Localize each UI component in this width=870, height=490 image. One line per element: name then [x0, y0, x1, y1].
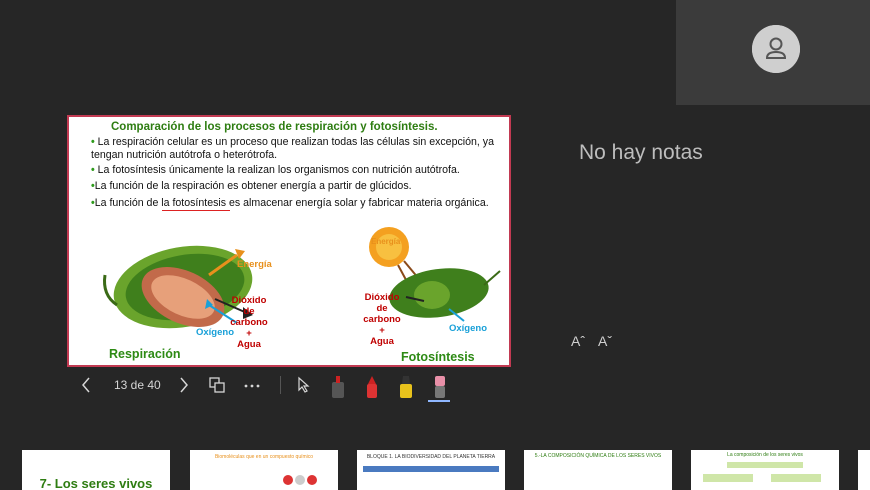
highlighter-tool-button[interactable] — [396, 374, 416, 405]
laser-pointer-button[interactable] — [328, 374, 348, 405]
slide-thumbnail[interactable] — [858, 450, 870, 490]
slide-bullet-text: La respiración celular es un proceso que… — [91, 136, 494, 161]
more-dots-icon — [244, 384, 260, 388]
slides-grid-icon — [209, 377, 225, 393]
decrease-font-button[interactable]: Aˇ — [598, 333, 612, 349]
input-line: Agua — [370, 336, 394, 347]
table-header-bar — [363, 466, 499, 472]
slide-bullet-text: La función de la fotosíntesis es almacen… — [94, 197, 489, 209]
eraser-icon — [435, 376, 445, 398]
user-avatar-icon — [752, 25, 800, 73]
input-line: carbono — [363, 314, 401, 325]
oxygen-label: Oxígeno — [449, 323, 488, 334]
see-all-slides-button[interactable] — [208, 376, 226, 399]
slide-bullet: •La función de la fotosíntesis es almace… — [91, 197, 489, 209]
input-line: de — [376, 303, 388, 314]
product-line: de — [243, 306, 255, 317]
diagram-box — [703, 474, 753, 482]
ink-underline — [162, 210, 230, 211]
chevron-right-icon — [180, 377, 188, 393]
pointer-tool-button[interactable] — [296, 376, 312, 399]
red-pen-icon — [367, 376, 377, 398]
input-line: + — [379, 325, 385, 336]
slide-thumbnail[interactable]: La composición de los seres vivos — [691, 450, 839, 490]
input-line: Dióxido — [364, 292, 400, 303]
thumbnail-title: La composición de los seres vivos — [727, 452, 803, 458]
molecule-icon — [283, 475, 317, 485]
slide-bullet: • La fotosíntesis únicamente la realizan… — [91, 164, 460, 176]
slide-thumbnail[interactable]: BLOQUE 1. LA BIODIVERSIDAD DEL PLANETA T… — [357, 450, 505, 490]
current-slide[interactable]: Comparación de los procesos de respiraci… — [67, 115, 511, 367]
diagram-box — [771, 474, 821, 482]
thumbnail-title: 5.-LA COMPOSICIÓN QUÍMICA DE LOS SERES V… — [534, 453, 662, 459]
inputs-label: Dióxido de carbono + Agua — [359, 292, 405, 347]
cursor-arrow-icon — [298, 376, 310, 393]
toolbar-divider — [280, 376, 281, 394]
respiration-caption: Respiración — [109, 347, 181, 361]
laser-pointer-icon — [332, 376, 344, 398]
thumbnail-title: 7- Los seres vivos — [39, 476, 153, 490]
product-line: Dióxido — [231, 295, 267, 306]
slide-thumbnail[interactable]: 5.-LA COMPOSICIÓN QUÍMICA DE LOS SERES V… — [524, 450, 672, 490]
pen-tool-button[interactable] — [362, 374, 382, 405]
thumbnail-title: BLOQUE 1. LA BIODIVERSIDAD DEL PLANETA T… — [366, 454, 496, 460]
slide-thumbnail[interactable]: Biomoléculas que en un compuesto químico — [190, 450, 338, 490]
active-tool-indicator — [428, 400, 450, 402]
slide-bullet: • La respiración celular es un proceso q… — [91, 136, 494, 161]
slide-bullet-text: La función de la respiración es obtener … — [94, 180, 412, 192]
slide-bullet: •La función de la respiración es obtener… — [91, 180, 412, 192]
increase-font-button[interactable]: Aˆ — [571, 333, 585, 349]
sun-energy-label: Energía — [371, 237, 401, 246]
photosynthesis-caption: Fotosíntesis — [401, 350, 475, 364]
slide-thumbnail[interactable]: 7- Los seres vivos — [22, 450, 170, 490]
slide-bullet-text: La fotosíntesis únicamente la realizan l… — [97, 164, 460, 176]
oxygen-label: Oxígeno — [196, 327, 235, 338]
more-options-button[interactable] — [243, 376, 261, 399]
chevron-left-icon — [82, 377, 90, 393]
products-label: Dióxido de carbono + Agua — [227, 295, 271, 350]
slide-counter: 13 de 40 — [114, 378, 161, 392]
next-slide-button[interactable] — [178, 376, 190, 399]
thumbnail-title: Biomoléculas que en un compuesto químico — [214, 454, 314, 460]
previous-slide-button[interactable] — [80, 376, 92, 399]
notes-empty-label: No hay notas — [579, 141, 703, 164]
product-line: Agua — [237, 339, 261, 350]
slide-title: Comparación de los procesos de respiraci… — [111, 121, 438, 133]
energy-label: Energía — [237, 259, 272, 270]
diagram-box — [727, 462, 803, 468]
yellow-highlighter-icon — [400, 376, 412, 398]
